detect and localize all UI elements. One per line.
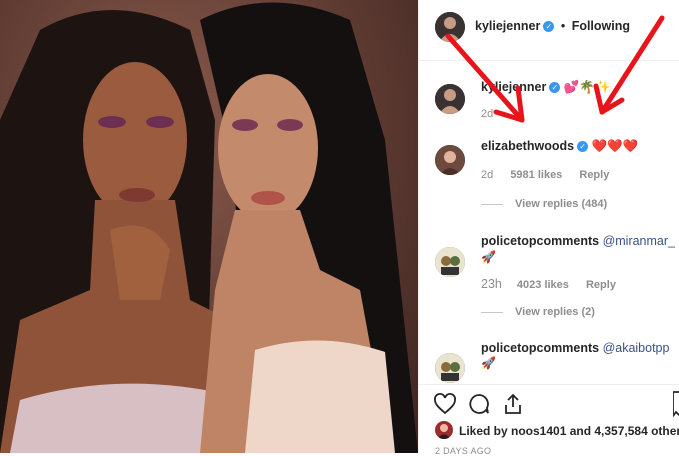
comment-username[interactable]: policetopcomments <box>481 341 599 355</box>
comments-panel: kyliejenner ✓ • Following kyliejenner ✓ 💕🌴… <box>418 0 679 456</box>
comment-mention[interactable]: @miranmar_ <box>603 234 675 248</box>
comment-row: policetopcomments @akaibotpp <box>481 341 669 355</box>
share-icon[interactable] <box>501 392 525 416</box>
comment-meta: 23h 4023 likes Reply <box>481 277 616 291</box>
comment-text: 🚀 <box>481 250 496 264</box>
comment-row: policetopcomments @miranmar_ <box>481 234 675 248</box>
post-photo-illustration <box>0 2 418 453</box>
heart-icon[interactable] <box>433 392 457 416</box>
liker-avatar[interactable] <box>435 421 453 439</box>
following-button[interactable]: Following <box>572 19 630 33</box>
reply-button[interactable]: Reply <box>579 169 609 181</box>
caption-text: 💕🌴✨ <box>563 80 611 94</box>
comment-avatar[interactable] <box>435 353 465 383</box>
bookmark-icon[interactable] <box>672 390 679 419</box>
comment-meta: 2d 5981 likes Reply <box>481 169 609 181</box>
comment-time: 2d <box>481 169 494 181</box>
comment-icon[interactable] <box>467 392 491 416</box>
comment-text: 🚀 <box>481 356 496 370</box>
caption-avatar[interactable] <box>435 84 465 114</box>
comment-username[interactable]: elizabethwoods <box>481 139 574 153</box>
comment-avatar[interactable] <box>435 247 465 277</box>
caption: kyliejenner ✓ 💕🌴✨ <box>481 80 611 95</box>
caption-username[interactable]: kyliejenner <box>481 80 546 94</box>
action-bar <box>433 392 533 416</box>
verified-badge-icon: ✓ <box>543 21 555 33</box>
comment-avatar[interactable] <box>435 145 465 175</box>
header-divider <box>419 60 679 61</box>
comment-likes[interactable]: 5981 likes <box>510 169 562 181</box>
comment-username[interactable]: policetopcomments <box>481 234 599 248</box>
profile-avatar[interactable] <box>435 12 465 42</box>
header-username[interactable]: kyliejenner <box>475 19 540 33</box>
view-replies-button[interactable]: View replies (484) <box>481 198 607 210</box>
verified-badge-icon: ✓ <box>549 82 561 94</box>
liked-by-text[interactable]: Liked by noos1401 and 4,357,584 other <box>459 424 679 438</box>
actions-divider <box>419 384 679 385</box>
caption-time: 2d <box>481 108 494 120</box>
post-date: 2 DAYS AGO <box>435 446 492 456</box>
replies-line <box>481 311 503 313</box>
comment-mention[interactable]: @akaibotpp <box>603 341 670 355</box>
comment-time: 23h <box>481 277 502 291</box>
comment-likes[interactable]: 4023 likes <box>517 279 569 291</box>
reply-button[interactable]: Reply <box>586 279 616 291</box>
view-replies-button[interactable]: View replies (2) <box>481 306 595 318</box>
comment-row: elizabethwoods ✓ ❤️❤️❤️ <box>481 139 638 154</box>
view-replies-label: View replies (484) <box>515 198 608 210</box>
header-separator: • <box>560 19 566 33</box>
view-replies-label: View replies (2) <box>515 306 595 318</box>
post-header: kyliejenner ✓ • Following <box>475 19 630 33</box>
post-image[interactable] <box>0 0 418 453</box>
replies-line <box>481 203 503 205</box>
verified-badge-icon: ✓ <box>577 141 589 153</box>
comment-text: ❤️❤️❤️ <box>591 139 639 153</box>
